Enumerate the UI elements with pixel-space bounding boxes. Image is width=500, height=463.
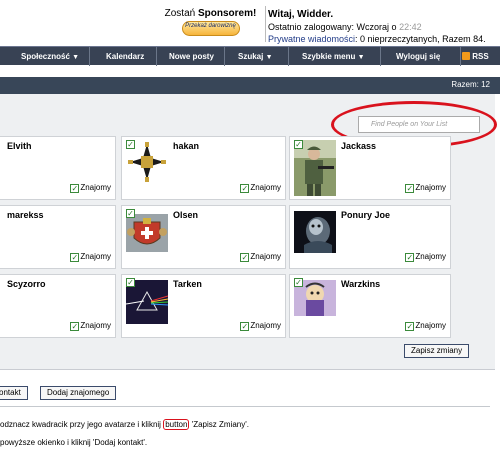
friend-toggle[interactable]: ✓ Znajomy [405, 183, 446, 193]
select-checkbox[interactable]: ✓ [294, 140, 303, 149]
welcome-panel: Witaj, Widder. Ostatnio zalogowany: Wczo… [268, 8, 486, 45]
friend-toggle[interactable]: ✓ Znajomy [70, 183, 111, 193]
contact-name[interactable]: Jackass [341, 141, 376, 151]
select-checkbox[interactable]: ✓ [126, 140, 135, 149]
hint-line-1: odznacz kwadracik przy jego avatarze i k… [0, 419, 249, 430]
contact-name[interactable]: Elvith [7, 141, 32, 151]
hint-line-2: powyższe okienko i kliknij 'Dodaj kontak… [0, 438, 148, 447]
select-checkbox[interactable]: ✓ [126, 209, 135, 218]
nav-item-nowe-posty[interactable]: Nowe posty [169, 47, 214, 66]
chevron-down-icon: ▼ [357, 54, 365, 61]
checkbox-icon: ✓ [405, 253, 415, 262]
sponsor-box: Zostań Sponsorem! Przekaż darowiznę [158, 8, 263, 42]
total-count: Razem: 12 [451, 80, 490, 89]
contact-card: Elvith ✓ Znajomy [0, 136, 116, 200]
pm-status: : 0 nieprzeczytanych, Razem 84. [355, 34, 486, 44]
checkbox-icon: ✓ [405, 184, 415, 193]
last-login-label: Ostatnio zalogowany: Wczoraj o [268, 22, 397, 32]
checkbox-icon: ✓ [240, 184, 250, 193]
header: Zostań Sponsorem! Przekaż darowiznę Wita… [0, 0, 500, 44]
contact-card: ✓ Olsen ✓ Znajomy [121, 205, 286, 269]
contact-name[interactable]: Ponury Joe [341, 210, 390, 220]
select-checkbox[interactable]: ✓ [126, 278, 135, 287]
panel-header: Razem: 12 [0, 77, 500, 94]
friend-toggle[interactable]: ✓ Znajomy [240, 183, 281, 193]
chevron-down-icon: ▼ [265, 54, 273, 61]
coat-of-arms-avatar-icon [126, 214, 168, 252]
ghost-avatar-icon [294, 211, 336, 253]
divider [0, 406, 490, 407]
last-login-time: 22:42 [399, 22, 422, 32]
sponsor-bold: Sponsorem! [198, 8, 257, 19]
header-divider [265, 6, 266, 42]
nav-item-szybkie-menu[interactable]: Szybkie menu ▼ [302, 47, 365, 66]
contact-card: Scyzorro ✓ Znajomy [0, 274, 116, 338]
contact-name[interactable]: marekss [7, 210, 44, 220]
contact-card: ✓ hakan ✓ Znajomy [121, 136, 286, 200]
friend-toggle[interactable]: ✓ Znajomy [405, 321, 446, 331]
save-changes-button[interactable]: Zapisz zmiany [404, 344, 470, 358]
checkbox-icon: ✓ [240, 253, 250, 262]
add-contact-button[interactable]: ontakt [0, 386, 28, 400]
select-checkbox[interactable]: ✓ [294, 278, 303, 287]
contact-card: ✓ Warzkins ✓ Znajomy [289, 274, 451, 338]
contact-card: ✓ Jackass ✓ Znajomy [289, 136, 451, 200]
avatar [294, 209, 336, 265]
checkbox-icon: ✓ [405, 322, 415, 331]
nav-item-kalendarz[interactable]: Kalendarz [106, 47, 144, 66]
friend-toggle[interactable]: ✓ Znajomy [240, 321, 281, 331]
contact-card: Ponury Joe ✓ Znajomy [289, 205, 451, 269]
welcome-label: Witaj, [268, 9, 295, 20]
checkbox-icon: ✓ [70, 184, 80, 193]
highlighted-word: button [163, 419, 190, 430]
add-friend-button[interactable]: Dodaj znajomego [40, 386, 117, 400]
donate-button[interactable]: Przekaż darowiznę [181, 21, 240, 36]
contact-name[interactable]: Scyzorro [7, 279, 46, 289]
contact-name[interactable]: Warzkins [341, 279, 380, 289]
contact-card: ✓ Tarken ✓ Znajomy [121, 274, 286, 338]
friend-toggle[interactable]: ✓ Znajomy [70, 252, 111, 262]
user-name[interactable]: Widder. [297, 9, 333, 20]
nav-item-rss[interactable]: RSS [462, 47, 489, 66]
nav-item-spolecznosc[interactable]: Społeczność ▼ [21, 47, 79, 66]
private-messages-link[interactable]: Prywatne wiadomości [268, 34, 355, 44]
nav-item-szukaj[interactable]: Szukaj ▼ [238, 47, 273, 66]
nav-item-wyloguj[interactable]: Wyloguj się [396, 47, 440, 66]
contact-name[interactable]: Tarken [173, 279, 202, 289]
checkbox-icon: ✓ [240, 322, 250, 331]
sponsor-text: Zostań [164, 8, 196, 19]
rss-icon [462, 52, 470, 60]
navbar: Społeczność ▼ Kalendarz Nowe posty Szuka… [0, 46, 500, 66]
chevron-down-icon: ▼ [72, 54, 80, 61]
checkbox-icon: ✓ [70, 253, 80, 262]
contact-card: marekss ✓ Znajomy [0, 205, 116, 269]
friend-toggle[interactable]: ✓ Znajomy [70, 321, 111, 331]
checkbox-icon: ✓ [70, 322, 80, 331]
contact-name[interactable]: Olsen [173, 210, 198, 220]
friend-toggle[interactable]: ✓ Znajomy [240, 252, 281, 262]
friend-toggle[interactable]: ✓ Znajomy [405, 252, 446, 262]
contact-name[interactable]: hakan [173, 141, 199, 151]
